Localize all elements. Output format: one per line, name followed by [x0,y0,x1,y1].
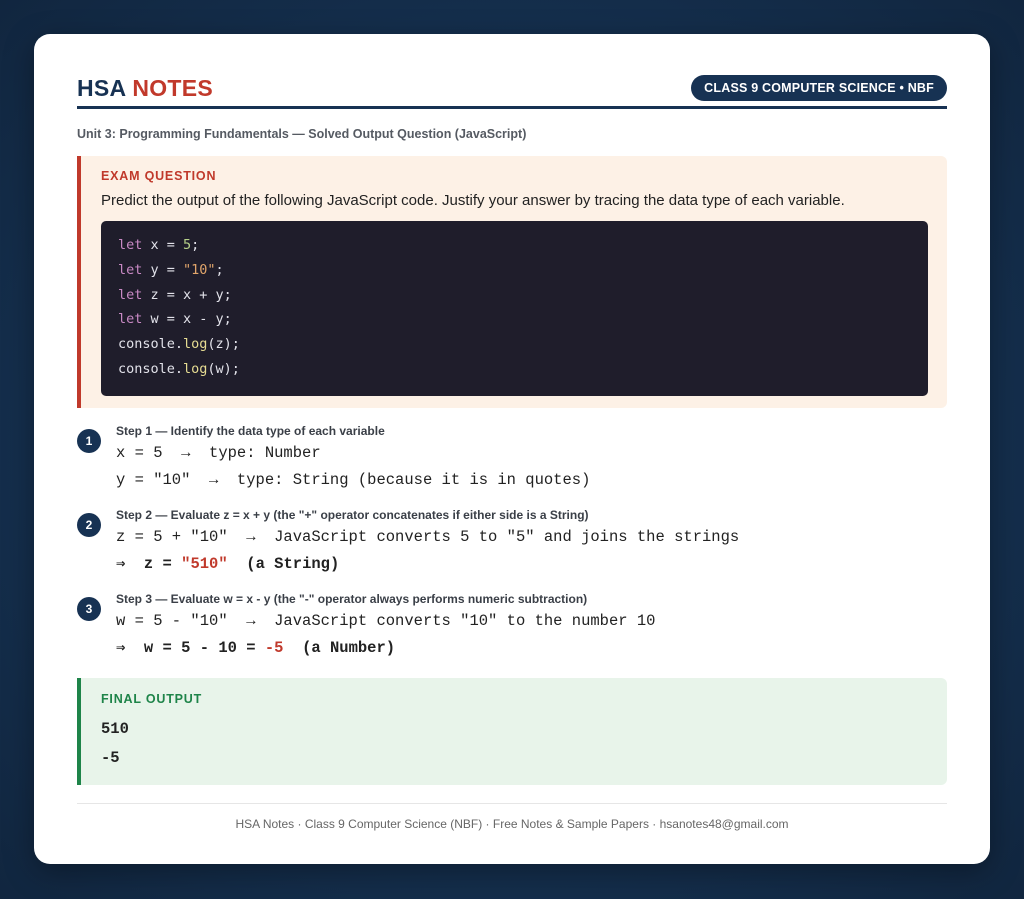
footer-divider [77,803,947,804]
code-block: let x = 5; let y = "10"; let z = x + y; … [101,221,928,396]
result-suffix: (a Number) [283,639,396,657]
header-divider [77,106,947,109]
step-number-badge: 3 [77,597,101,621]
code-line-4: let w = x - y; [118,311,232,328]
code-line-1: let x = 5; [118,237,200,253]
step-line: w = 5 - "10" → JavaScript converts "10" … [116,612,656,630]
step-title: Step 2 — Evaluate z = x + y (the "+" ope… [116,508,589,522]
final-output-box: FINAL OUTPUT 510 -5 [77,678,947,785]
step-line: y = "10" → type: String (because it is i… [116,471,591,489]
footer-text: HSA Notes · Class 9 Computer Science (NB… [235,817,789,831]
step-result: ⇒ w = 5 - 10 = -5 (a Number) [116,638,395,657]
result-value: -5 [264,639,284,657]
brand-part-1: HSA [77,74,126,101]
header: HSA NOTES CLASS 9 COMPUTER SCIENCE • NBF [77,68,947,108]
step-title: Step 1 — Identify the data type of each … [116,424,385,438]
step-title: Step 3 — Evaluate w = x - y (the "-" ope… [116,592,588,606]
brand-logo: HSA NOTES [77,75,213,102]
question-text: Predict the output of the following Java… [101,192,845,209]
step-number-badge: 1 [77,429,101,453]
step-number-badge: 2 [77,513,101,537]
code-line-6: console.log(w); [118,360,240,377]
result-prefix: ⇒ z = [116,555,182,573]
brand-part-2: NOTES [132,74,214,101]
code-line-5: console.log(z); [118,336,240,353]
result-prefix: ⇒ w = 5 - 10 = [116,639,265,657]
step-result: ⇒ z = "510" (a String) [116,554,339,573]
result-value: "510" [181,555,228,573]
step-line: z = 5 + "10" → JavaScript converts 5 to … [116,528,740,546]
code-line-3: let z = x + y; [118,286,232,303]
result-suffix: (a String) [227,555,340,573]
question-label: EXAM QUESTION [101,169,217,183]
final-output-value: 510 [101,720,129,738]
final-output-label: FINAL OUTPUT [101,692,203,706]
page-subtitle: Unit 3: Programming Fundamentals — Solve… [77,127,527,141]
final-output-value: -5 [101,749,120,767]
exam-question-box: EXAM QUESTION Predict the output of the … [77,156,947,408]
class-badge: CLASS 9 COMPUTER SCIENCE • NBF [691,75,947,101]
code-line-2: let y = "10"; [118,261,224,278]
notes-card: HSA NOTES CLASS 9 COMPUTER SCIENCE • NBF… [34,34,990,864]
step-line: x = 5 → type: Number [116,444,321,462]
